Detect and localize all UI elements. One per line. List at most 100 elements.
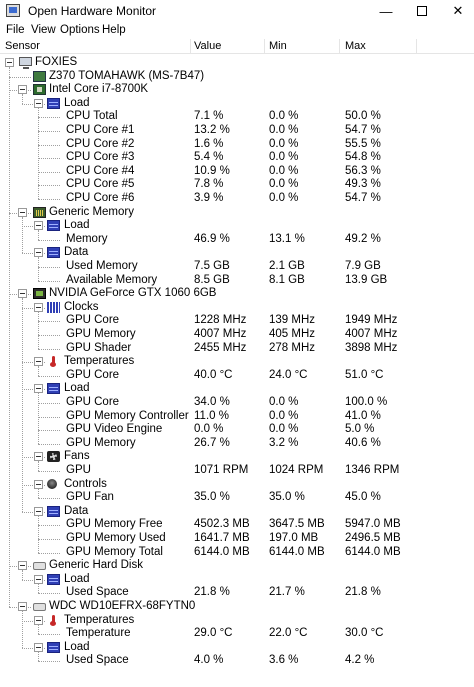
tree-node-row[interactable]: Load: [0, 641, 474, 655]
minimize-button[interactable]: —: [366, 0, 406, 22]
sensor-row[interactable]: GPU Video Engine 0.0 % 0.0 % 5.0 %: [0, 423, 474, 437]
column-max[interactable]: Max: [345, 40, 366, 52]
tree-node-row[interactable]: Fans: [0, 450, 474, 464]
tree-node-row[interactable]: Generic Hard Disk: [0, 559, 474, 573]
tree-connector: [38, 552, 60, 554]
collapse-toggle[interactable]: [34, 642, 43, 652]
sensor-max: 100.0 %: [345, 396, 388, 408]
sensor-row[interactable]: GPU Memory Total 6144.0 MB 6144.0 MB 6144.0…: [0, 546, 474, 560]
tree-node-row[interactable]: Temperatures: [0, 614, 474, 628]
tree-node-row[interactable]: Z370 TOMAHAWK (MS-7B47): [0, 70, 474, 84]
sensor-min: 8.1 GB: [269, 273, 305, 286]
tree-guide-line: [38, 107, 39, 199]
close-button[interactable]: ✕: [438, 0, 474, 22]
sensor-row[interactable]: CPU Core #2 1.6 % 0.0 % 55.5 %: [0, 138, 474, 152]
tree-node-row[interactable]: Controls: [0, 478, 474, 492]
load-icon: [47, 573, 60, 585]
sensor-row[interactable]: GPU Core 40.0 °C 24.0 °C 51.0 °C: [0, 369, 474, 383]
column-value[interactable]: Value: [194, 40, 221, 52]
sensor-value: 4502.3 MB: [194, 518, 250, 531]
tree-node-row[interactable]: Clocks: [0, 301, 474, 315]
sensor-row[interactable]: CPU Total 7.1 % 0.0 % 50.0 %: [0, 110, 474, 124]
collapse-toggle[interactable]: [18, 561, 27, 571]
column-min[interactable]: Min: [269, 40, 287, 52]
tree-node-row[interactable]: Load: [0, 573, 474, 587]
sensor-name: Available Memory: [66, 273, 158, 286]
sensor-row[interactable]: GPU Memory 26.7 % 3.2 % 40.6 %: [0, 437, 474, 451]
sensor-row[interactable]: Used Memory 7.5 GB 2.1 GB 7.9 GB: [0, 260, 474, 274]
tree-node-row[interactable]: WDC WD10EFRX-68FYTN0: [0, 600, 474, 614]
collapse-toggle[interactable]: [34, 479, 43, 489]
sensor-name: GPU: [66, 464, 91, 476]
menu-options[interactable]: Options: [60, 24, 100, 36]
collapse-toggle[interactable]: [34, 98, 43, 108]
sensor-row[interactable]: CPU Core #3 5.4 % 0.0 % 54.8 %: [0, 151, 474, 165]
sensor-row[interactable]: GPU Memory Free 4502.3 MB 3647.5 MB 5947.0 …: [0, 518, 474, 532]
sensor-row[interactable]: CPU Core #4 10.9 % 0.0 % 56.3 %: [0, 165, 474, 179]
menu-bar: File View Options Help: [0, 22, 474, 39]
sensor-name: Controls: [64, 477, 107, 490]
collapse-toggle[interactable]: [34, 302, 43, 312]
collapse-toggle[interactable]: [34, 506, 43, 516]
sensor-min: 0.0 %: [269, 396, 299, 408]
collapse-toggle[interactable]: [34, 221, 43, 231]
sensor-row[interactable]: GPU Memory Controller 11.0 % 0.0 % 41.0 %: [0, 410, 474, 424]
tree-node-row[interactable]: Intel Core i7-8700K: [0, 83, 474, 97]
sensor-row[interactable]: GPU Memory 4007 MHz 405 MHz 4007 MHz: [0, 328, 474, 342]
tree-node-row[interactable]: Temperatures: [0, 355, 474, 369]
tree-node-row[interactable]: NVIDIA GeForce GTX 1060 6GB: [0, 287, 474, 301]
menu-view[interactable]: View: [31, 24, 56, 36]
maximize-button[interactable]: [402, 0, 442, 22]
tree-node-row[interactable]: Load: [0, 97, 474, 111]
sensor-row[interactable]: GPU 1071 RPM 1024 RPM 1346 RPM: [0, 464, 474, 478]
column-sensor[interactable]: Sensor: [5, 40, 40, 52]
sensor-name: Data: [64, 504, 89, 517]
sensor-row[interactable]: CPU Core #5 7.8 % 0.0 % 49.3 %: [0, 178, 474, 192]
tree-node-row[interactable]: Load: [0, 219, 474, 233]
column-divider[interactable]: [190, 39, 191, 53]
sensor-max: 13.9 GB: [345, 273, 388, 286]
collapse-toggle[interactable]: [34, 452, 43, 462]
collapse-toggle[interactable]: [34, 384, 43, 394]
tree-node-row[interactable]: Data: [0, 505, 474, 519]
sensor-row[interactable]: Used Space 4.0 % 3.6 % 4.2 %: [0, 654, 474, 668]
collapse-toggle[interactable]: [34, 615, 43, 625]
tree-node-row[interactable]: Generic Memory: [0, 206, 474, 220]
collapse-toggle[interactable]: [18, 207, 27, 217]
sensor-row[interactable]: GPU Shader 2455 MHz 278 MHz 3898 MHz: [0, 342, 474, 356]
sensor-value: 13.2 %: [194, 124, 230, 136]
column-divider[interactable]: [264, 39, 265, 53]
sensor-row[interactable]: GPU Memory Used 1641.7 MB 197.0 MB 2496.5 M…: [0, 532, 474, 546]
sensor-min: 35.0 %: [269, 491, 305, 504]
sensor-row[interactable]: Available Memory 8.5 GB 8.1 GB 13.9 GB: [0, 274, 474, 288]
collapse-toggle[interactable]: [5, 58, 14, 67]
column-divider[interactable]: [416, 39, 417, 53]
collapse-toggle[interactable]: [34, 357, 43, 367]
tree-guide-line: [22, 611, 23, 648]
sensor-row[interactable]: Used Space 21.8 % 21.7 % 21.8 %: [0, 586, 474, 600]
collapse-toggle[interactable]: [18, 85, 27, 95]
sensor-row[interactable]: GPU Core 34.0 % 0.0 % 100.0 %: [0, 396, 474, 410]
tree-node-row[interactable]: Data: [0, 246, 474, 260]
menu-help[interactable]: Help: [102, 24, 126, 36]
menu-file[interactable]: File: [6, 24, 25, 36]
column-divider[interactable]: [339, 39, 340, 53]
sensor-name: Load: [64, 382, 90, 395]
tree-guide-line: [22, 94, 23, 104]
sensor-value: 3.9 %: [194, 192, 224, 204]
sensor-max: 30.0 °C: [345, 627, 384, 640]
collapse-toggle[interactable]: [18, 602, 27, 611]
sensor-row[interactable]: CPU Core #6 3.9 % 0.0 % 54.7 %: [0, 192, 474, 206]
sensor-row[interactable]: Temperature 29.0 °C 22.0 °C 30.0 °C: [0, 627, 474, 641]
tree-connector: [38, 348, 60, 350]
sensor-row[interactable]: GPU Core 1228 MHz 139 MHz 1949 MHz: [0, 314, 474, 328]
sensor-name: Load: [64, 96, 90, 109]
tree-node-row[interactable]: Load: [0, 382, 474, 396]
sensor-row[interactable]: CPU Core #1 13.2 % 0.0 % 54.7 %: [0, 124, 474, 138]
collapse-toggle[interactable]: [18, 289, 27, 299]
sensor-row[interactable]: Memory 46.9 % 13.1 % 49.2 %: [0, 233, 474, 247]
collapse-toggle[interactable]: [34, 574, 43, 584]
sensor-row[interactable]: GPU Fan 35.0 % 35.0 % 45.0 %: [0, 491, 474, 505]
tree-node-row[interactable]: FOXIES: [0, 56, 474, 70]
collapse-toggle[interactable]: [34, 248, 43, 258]
